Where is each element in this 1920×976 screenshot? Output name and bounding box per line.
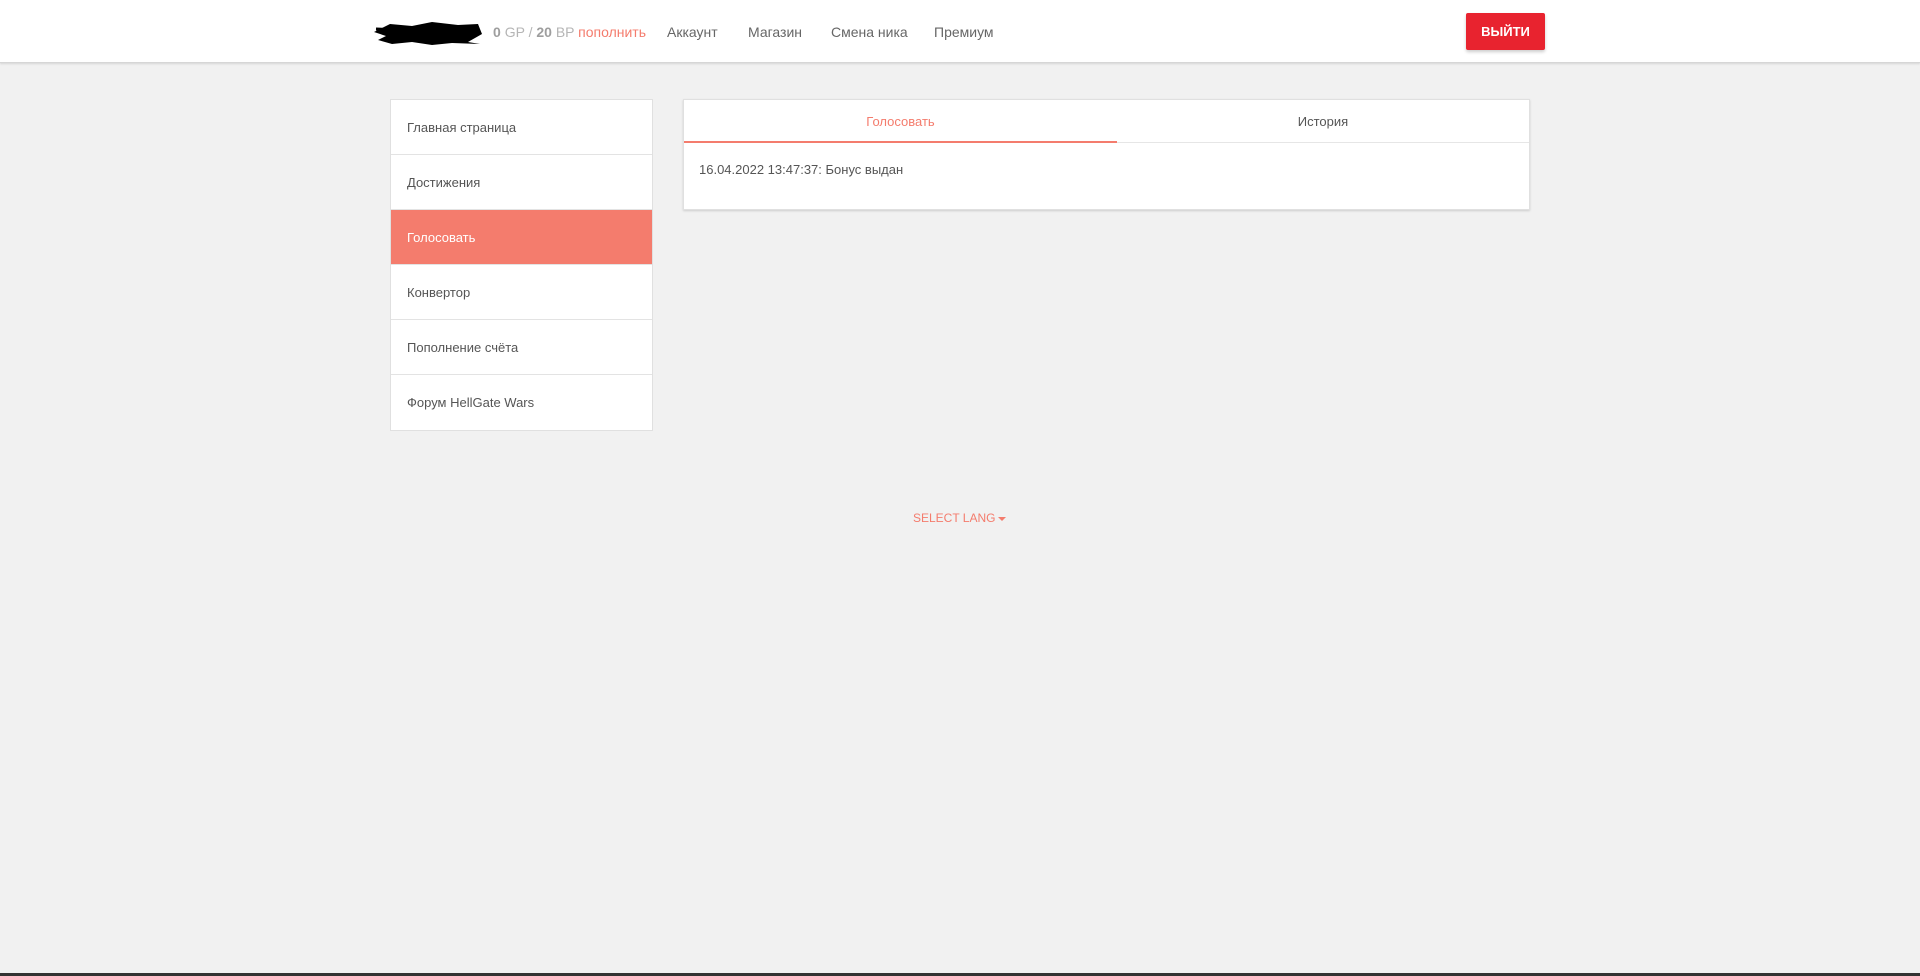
balance-display: 0 GP / 20 BP пополнить xyxy=(493,24,646,40)
active-tab-indicator xyxy=(684,141,1117,143)
topup-link[interactable]: пополнить xyxy=(578,24,646,40)
nav-account-link[interactable]: Аккаунт xyxy=(667,24,718,40)
sidebar-item-home[interactable]: Главная страница xyxy=(391,100,652,155)
bp-unit: BP xyxy=(555,24,575,40)
logout-button[interactable]: Выйти xyxy=(1466,13,1545,50)
sidebar-item-converter[interactable]: Конвертор xyxy=(391,265,652,320)
top-navbar: 0 GP / 20 BP пополнить Аккаунт Магазин С… xyxy=(0,0,1920,63)
sidebar-item-achievements[interactable]: Достижения xyxy=(391,155,652,210)
bp-value: 20 xyxy=(536,24,552,40)
redacted-username-icon xyxy=(374,22,482,45)
nav-premium-link[interactable]: Премиум xyxy=(934,24,994,40)
nav-shop-link[interactable]: Магазин xyxy=(748,24,802,40)
gp-unit: GP xyxy=(504,24,525,40)
tab-vote[interactable]: Голосовать xyxy=(684,100,1117,143)
sidebar-item-vote[interactable]: Голосовать xyxy=(391,210,652,265)
sidebar-item-topup[interactable]: Пополнение счёта xyxy=(391,320,652,375)
sidebar-menu: Главная страница Достижения Голосовать К… xyxy=(390,99,653,431)
caret-down-icon xyxy=(998,516,1007,521)
tab-history[interactable]: История xyxy=(1117,100,1529,143)
vote-panel: Голосовать История 16.04.2022 13:47:37: … xyxy=(683,99,1530,210)
language-selector[interactable]: Select lang xyxy=(913,511,1007,525)
nav-change-nick-link[interactable]: Смена ника xyxy=(831,24,908,40)
gp-value: 0 xyxy=(493,24,501,40)
balance-separator: / xyxy=(528,24,533,40)
tab-bar: Голосовать История xyxy=(684,100,1529,143)
history-entry: 16.04.2022 13:47:37: Бонус выдан xyxy=(699,162,904,177)
sidebar-item-forum[interactable]: Форум HellGate Wars xyxy=(391,375,652,430)
language-selector-label: Select lang xyxy=(913,511,996,525)
